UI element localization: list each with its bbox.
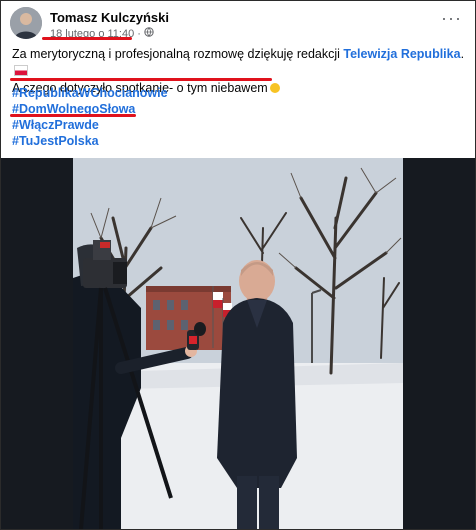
post-text-part2: .: [460, 47, 465, 61]
avatar[interactable]: [10, 7, 42, 39]
more-options-icon[interactable]: ···: [441, 9, 462, 27]
hashtag-link[interactable]: #TuJestPolska: [12, 133, 168, 149]
photo-image: [1, 158, 475, 529]
hashtag-underline: [10, 114, 136, 117]
separator: ·: [137, 27, 141, 40]
avatar-image: [10, 7, 42, 39]
globe-icon: [144, 27, 154, 40]
mention-link[interactable]: Telewizja Republika: [343, 47, 460, 61]
post-text-part1: Za merytoryczną i profesjonalną rozmowę …: [12, 47, 344, 61]
text-underline: [10, 78, 272, 81]
post-card: Tomasz Kulczyński 18 lutego o 11:40 · ··…: [0, 0, 476, 530]
author-name[interactable]: Tomasz Kulczyński: [50, 10, 169, 25]
emoji-icon: [269, 83, 280, 93]
hashtag-link[interactable]: #WłączPrawde: [12, 117, 168, 133]
post-text-line1: Za merytoryczną i profesjonalną rozmowę …: [12, 46, 465, 80]
post-photo[interactable]: [1, 158, 475, 529]
hashtag-list: #RepublikaWChocianowie #DomWolnegoSłowa …: [12, 85, 168, 149]
poland-flag-icon: [14, 65, 28, 76]
post-header: Tomasz Kulczyński 18 lutego o 11:40 · ··…: [10, 7, 466, 41]
date-underline: [42, 37, 132, 40]
hashtag-link[interactable]: #RepublikaWChocianowie: [12, 85, 168, 101]
